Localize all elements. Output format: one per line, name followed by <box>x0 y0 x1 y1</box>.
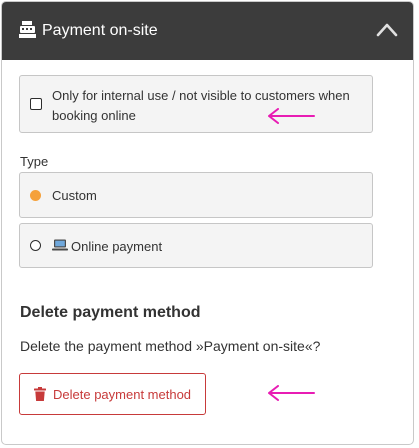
type-option-online-payment[interactable]: Online payment <box>19 223 373 268</box>
type-option-label: Online payment <box>71 239 163 254</box>
annotation-arrow-icon <box>268 108 315 124</box>
radio-selected[interactable] <box>30 190 41 201</box>
laptop-icon <box>52 239 68 251</box>
delete-payment-method-button[interactable]: Delete payment method <box>19 373 206 415</box>
internal-only-label: Only for internal use / not visible to c… <box>52 88 350 123</box>
panel-header[interactable]: Payment on-site <box>2 2 413 60</box>
payment-method-panel: Payment on-site Only for internal use / … <box>1 1 414 445</box>
trash-icon <box>34 387 46 401</box>
radio-unselected[interactable] <box>30 240 41 251</box>
chevron-up-icon[interactable] <box>375 20 399 40</box>
annotation-arrow-icon <box>268 385 315 401</box>
type-option-label: Custom <box>52 188 97 203</box>
delete-section-title: Delete payment method <box>20 304 201 321</box>
internal-only-checkbox[interactable] <box>30 98 42 110</box>
type-label: Type <box>20 154 49 169</box>
internal-only-option[interactable]: Only for internal use / not visible to c… <box>19 75 373 133</box>
delete-button-label: Delete payment method <box>53 387 192 402</box>
panel-title: Payment on-site <box>42 22 158 39</box>
cash-register-icon <box>19 21 36 38</box>
delete-confirmation-text: Delete the payment method »Payment on-si… <box>20 338 321 354</box>
type-option-custom[interactable]: Custom <box>19 172 373 218</box>
